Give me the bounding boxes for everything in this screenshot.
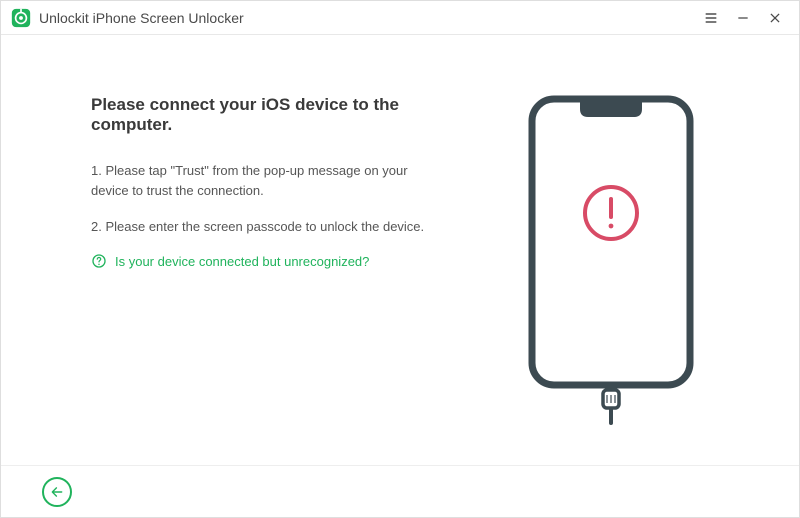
minimize-icon: [736, 11, 750, 25]
app-title: Unlockit iPhone Screen Unlocker: [39, 10, 691, 26]
step-2-text: 2. Please enter the screen passcode to u…: [91, 217, 431, 237]
instructions-pane: Please connect your iOS device to the co…: [91, 95, 471, 445]
footer: [1, 465, 799, 517]
back-button[interactable]: [42, 477, 72, 507]
step-1-text: 1. Please tap "Trust" from the pop-up me…: [91, 161, 431, 201]
app-logo-icon: [11, 8, 31, 28]
close-icon: [768, 11, 782, 25]
help-link[interactable]: Is your device connected but unrecognize…: [91, 253, 471, 269]
close-button[interactable]: [763, 6, 787, 30]
arrow-left-icon: [50, 485, 64, 499]
page-heading: Please connect your iOS device to the co…: [91, 95, 471, 135]
menu-button[interactable]: [699, 6, 723, 30]
hamburger-icon: [703, 10, 719, 26]
phone-illustration: [526, 95, 696, 425]
titlebar: Unlockit iPhone Screen Unlocker: [1, 1, 799, 35]
help-link-text: Is your device connected but unrecognize…: [115, 254, 369, 269]
help-icon: [91, 253, 107, 269]
main-content: Please connect your iOS device to the co…: [1, 35, 799, 465]
minimize-button[interactable]: [731, 6, 755, 30]
illustration-pane: [501, 95, 721, 445]
app-window: Unlockit iPhone Screen Unlocker Please c…: [0, 0, 800, 518]
